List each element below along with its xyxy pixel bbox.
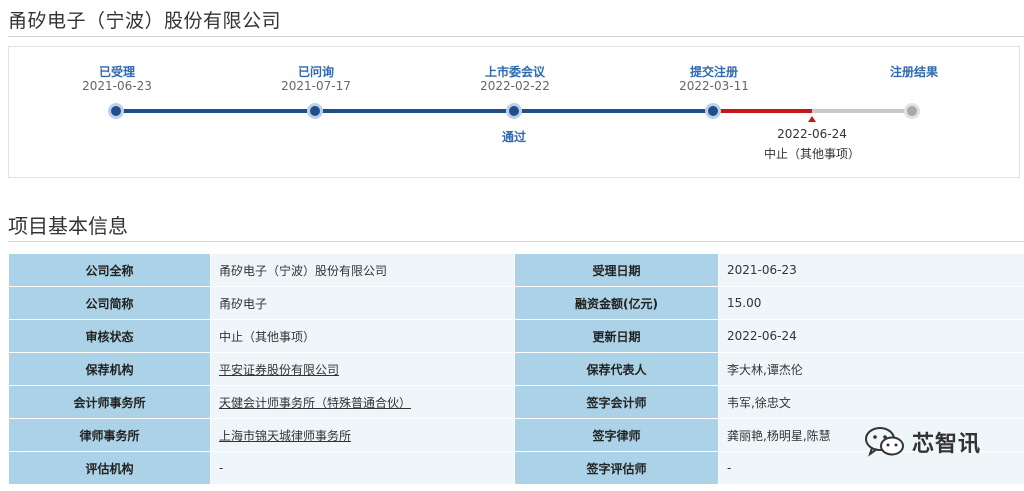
table-row: 审核状态 中止（其他事项） 更新日期 2022-06-24: [8, 319, 1024, 353]
table-row: 会计师事务所 天健会计师事务所（特殊普通合伙） 签字会计师 韦军,徐忠文: [8, 385, 1024, 419]
wechat-icon: [865, 427, 904, 457]
table-row: 保荐机构 平安证券股份有限公司 保荐代表人 李大林,谭杰伦: [8, 352, 1024, 386]
section-divider: [8, 241, 1024, 242]
watermark: 芯智讯: [864, 426, 981, 458]
stage-2-label: 已问询: [297, 65, 334, 79]
halt-date: 2022-06-24: [777, 127, 847, 141]
label-accounting-firm: 会计师事务所: [8, 385, 211, 419]
label-update-date: 更新日期: [514, 319, 719, 353]
watermark-text: 芯智讯: [912, 432, 982, 457]
table-row: 公司简称 甬矽电子 融资金额(亿元) 15.00: [8, 286, 1024, 320]
stage-4-node: [705, 103, 721, 119]
stage-2-node: [307, 103, 323, 119]
stage-4-label: 提交注册: [689, 65, 738, 79]
halt-marker-icon: [808, 116, 816, 122]
label-short-name: 公司简称: [8, 286, 211, 320]
label-signing-appraiser: 签字评估师: [514, 451, 719, 485]
stage-3-label: 上市委会议: [484, 65, 545, 79]
label-accept-date: 受理日期: [514, 253, 719, 287]
halt-status: 中止（其他事项）: [763, 147, 860, 161]
label-full-name: 公司全称: [8, 253, 211, 287]
label-financing-amount: 融资金额(亿元): [514, 286, 719, 320]
title-divider: [8, 36, 1024, 37]
stage-3-result: 通过: [501, 130, 526, 144]
stage-3-date: 2022-02-22: [480, 79, 550, 93]
progress-track-halted: [712, 109, 812, 113]
value-accept-date: 2021-06-23: [718, 253, 1024, 287]
link-law-firm[interactable]: 上海市锦天城律师事务所: [210, 418, 515, 452]
table-row: 公司全称 甬矽电子（宁波）股份有限公司 受理日期 2021-06-23: [8, 253, 1024, 287]
label-signing-lawyer: 签字律师: [514, 418, 719, 452]
progress-track-pending: [812, 109, 912, 113]
label-sponsor-rep: 保荐代表人: [514, 352, 719, 386]
progress-track-done: [116, 109, 712, 113]
link-sponsor[interactable]: 平安证券股份有限公司: [210, 352, 515, 386]
value-sponsor-rep: 李大林,谭杰伦: [718, 352, 1024, 386]
section-title: 项目基本信息: [8, 214, 128, 238]
label-signing-accountant: 签字会计师: [514, 385, 719, 419]
label-review-status: 审核状态: [8, 319, 211, 353]
link-accounting-firm[interactable]: 天健会计师事务所（特殊普通合伙）: [210, 385, 515, 419]
value-update-date: 2022-06-24: [718, 319, 1024, 353]
label-appraisal-firm: 评估机构: [8, 451, 211, 485]
label-law-firm: 律师事务所: [8, 418, 211, 452]
value-short-name: 甬矽电子: [210, 286, 515, 320]
value-signing-accountant: 韦军,徐忠文: [718, 385, 1024, 419]
stage-5-node: [904, 103, 920, 119]
value-review-status: 中止（其他事项）: [210, 319, 515, 353]
value-appraisal-firm: -: [210, 451, 515, 485]
company-title: 甬矽电子（宁波）股份有限公司: [8, 10, 282, 32]
value-full-name: 甬矽电子（宁波）股份有限公司: [210, 253, 515, 287]
stage-3-node: [506, 103, 522, 119]
stage-1-node: [108, 103, 124, 119]
stage-5-label: 注册结果: [889, 65, 938, 79]
stage-1-date: 2021-06-23: [82, 79, 152, 93]
stage-2-date: 2021-07-17: [281, 79, 351, 93]
stage-4-date: 2022-03-11: [679, 79, 749, 93]
label-sponsor: 保荐机构: [8, 352, 211, 386]
value-financing-amount: 15.00: [718, 286, 1024, 320]
stage-1-label: 已受理: [98, 65, 135, 79]
